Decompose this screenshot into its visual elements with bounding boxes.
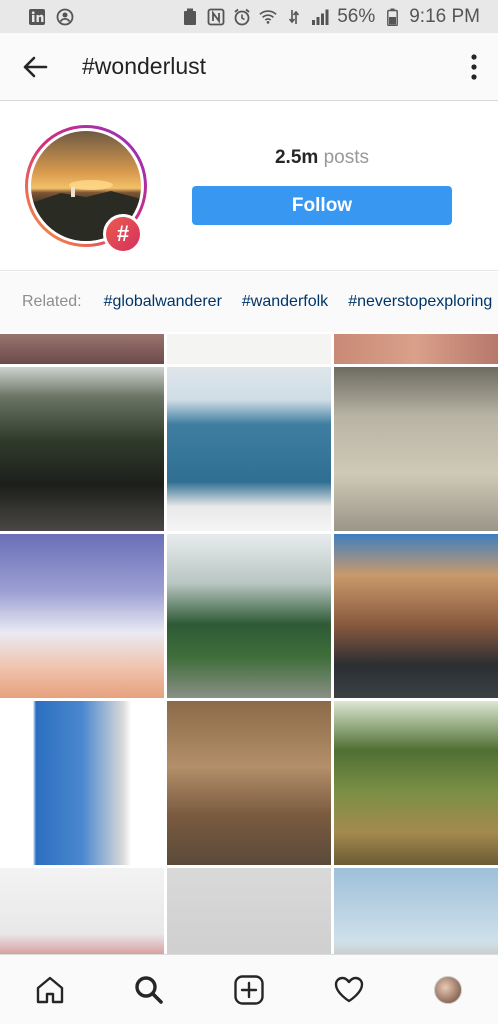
follow-button[interactable]: Follow [192,186,452,225]
profile-avatar [434,975,463,1004]
more-options-button[interactable] [450,33,498,101]
back-button[interactable] [4,33,66,101]
related-hashtags: Related: #globalwanderer #wanderfolk #ne… [0,272,498,332]
clock: 9:16 PM [409,5,480,27]
post-thumbnail[interactable] [0,334,164,364]
battery-icon [383,8,401,26]
posts-number: 2.5m [274,147,319,168]
bottom-navigation [0,954,498,1024]
page-title: #wonderlust [82,53,207,79]
search-tab[interactable] [119,960,179,1020]
new-post-tab[interactable] [219,960,279,1020]
post-thumbnail[interactable] [334,367,498,531]
post-thumbnail[interactable] [334,534,498,698]
account-circle-icon [56,8,74,26]
post-thumbnail[interactable] [334,334,498,364]
nfc-icon [207,8,225,26]
post-thumbnail[interactable] [0,367,164,531]
search-icon [135,975,164,1004]
post-thumbnail[interactable] [334,701,498,865]
post-grid [0,334,498,954]
home-icon [36,976,63,1003]
more-vertical-icon [471,53,477,80]
post-thumbnail[interactable] [0,868,164,954]
add-post-icon [234,974,264,1005]
recycle-icon [181,8,199,26]
posts-count: 2.5m posts [192,147,452,169]
related-tag-link[interactable]: #globalwanderer [104,293,222,311]
alarm-icon [233,8,251,26]
related-tag-link[interactable]: #neverstopexploring [348,293,492,311]
post-thumbnail[interactable] [334,868,498,954]
post-thumbnail[interactable] [167,367,331,531]
linkedin-icon [28,8,46,26]
post-thumbnail[interactable] [167,534,331,698]
related-label: Related: [22,293,82,310]
signal-icon [311,8,329,26]
posts-label: posts [323,147,369,168]
home-tab[interactable] [20,960,80,1020]
status-bar: 56% 9:16 PM [0,0,498,33]
data-icon [285,8,303,26]
wifi-icon [259,8,277,26]
post-thumbnail[interactable] [167,868,331,954]
post-thumbnail[interactable] [167,701,331,865]
heart-icon [334,976,363,1002]
activity-tab[interactable] [319,960,379,1020]
post-thumbnail[interactable] [0,534,164,698]
post-thumbnail[interactable] [0,701,164,865]
profile-tab[interactable] [418,960,478,1020]
top-app-bar: #wonderlust [0,33,498,101]
post-thumbnail[interactable] [167,334,331,364]
battery-percent: 56% [337,5,376,27]
hashtag-badge: # [103,214,143,254]
hashtag-profile: # 2.5m posts Follow [0,101,498,271]
arrow-left-icon [23,56,48,77]
related-tag-link[interactable]: #wanderfolk [242,293,328,311]
